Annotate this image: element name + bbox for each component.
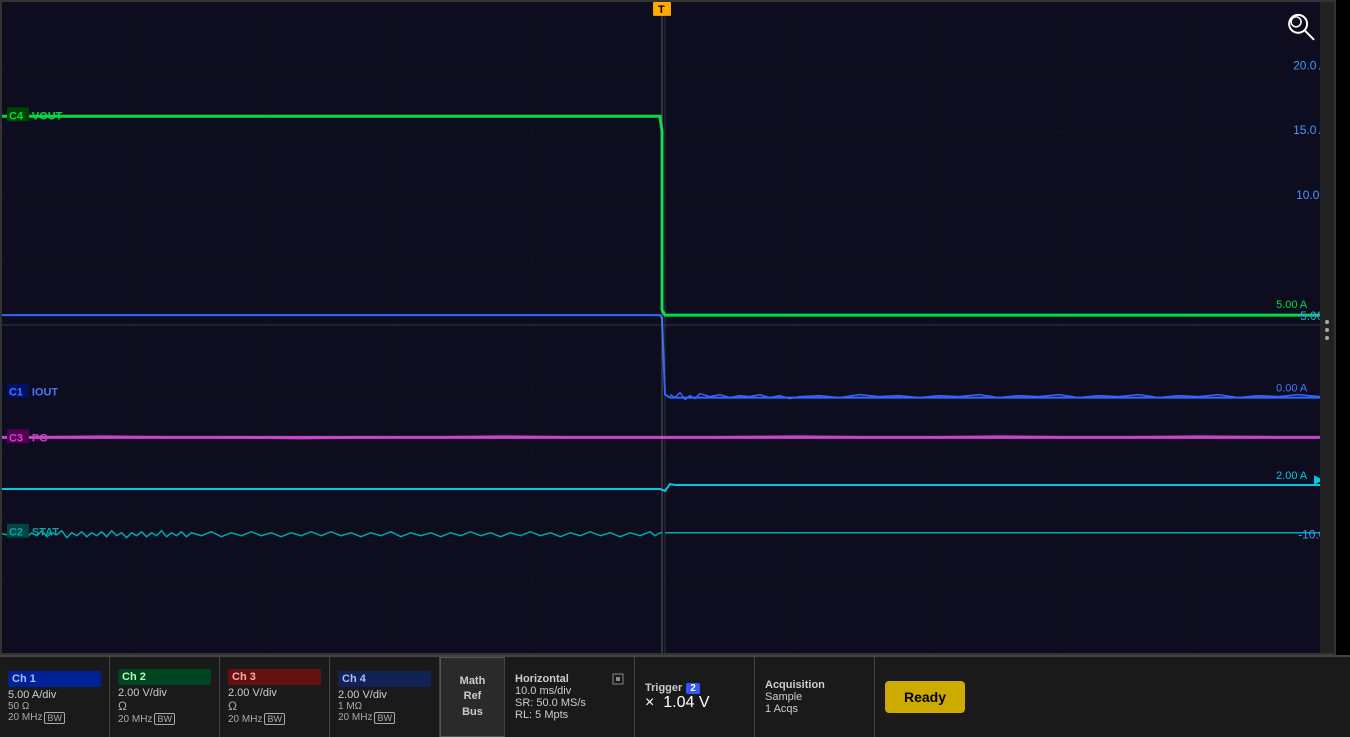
ch1-info[interactable]: Ch 1 5.00 A/div 50 Ω 20 MHz BW: [0, 657, 110, 737]
math-ref-bus-button[interactable]: Math Ref Bus: [440, 657, 505, 737]
ch2-bw: 20 MHz BW: [118, 713, 211, 725]
horizontal-title: Horizontal: [515, 673, 624, 685]
svg-text:2.00 A: 2.00 A: [1276, 470, 1308, 482]
trigger-type: × 1.04 V: [645, 694, 744, 712]
ch1-header: Ch 1: [8, 671, 101, 687]
acquisition-title: Acquisition: [765, 679, 864, 691]
acquisition-count: 1 Acqs: [765, 703, 864, 715]
right-panel[interactable]: [1320, 2, 1334, 655]
ch4-info[interactable]: Ch 4 2.00 V/div 1 MΩ 20 MHz BW: [330, 657, 440, 737]
ch4-scale: 2.00 V/div: [338, 689, 431, 701]
svg-text:0.00 A: 0.00 A: [1276, 383, 1308, 395]
ch3-bw: 20 MHz BW: [228, 713, 321, 725]
waveform-svg: 20.0 A 15.0 A 10.0 A 5.00 A -10.0 A C4 V…: [2, 2, 1334, 653]
trigger-channel-badge: 2: [686, 683, 700, 694]
ch4-impedance: 1 MΩ: [338, 701, 431, 712]
horizontal-time-div: 10.0 ms/div: [515, 685, 624, 697]
ch3-scale: 2.00 V/div: [228, 687, 321, 699]
svg-text:C3: C3: [9, 432, 23, 444]
svg-text:C1: C1: [9, 387, 23, 399]
trigger-block[interactable]: Trigger 2 × 1.04 V: [635, 657, 755, 737]
menu-dot-3: [1325, 336, 1329, 340]
ready-button[interactable]: Ready: [885, 681, 965, 713]
ch3-omega: Ω: [228, 699, 321, 713]
ch3-info[interactable]: Ch 3 2.00 V/div Ω 20 MHz BW: [220, 657, 330, 737]
svg-text:PG: PG: [32, 432, 48, 444]
trigger-title: Trigger 2: [645, 682, 744, 694]
svg-text:C4: C4: [9, 110, 24, 122]
horizontal-record-length: RL: 5 Mpts: [515, 709, 624, 721]
svg-text:T: T: [658, 4, 665, 16]
acquisition-block[interactable]: Acquisition Sample 1 Acqs: [755, 657, 875, 737]
ch4-bw: 20 MHz BW: [338, 712, 431, 724]
svg-text:IOUT: IOUT: [32, 387, 58, 399]
menu-dot-2: [1325, 328, 1329, 332]
horizontal-block[interactable]: Horizontal 10.0 ms/div SR: 50.0 MS/s RL:…: [505, 657, 635, 737]
horizontal-sample-rate: SR: 50.0 MS/s: [515, 697, 624, 709]
ch1-bw: 20 MHz BW: [8, 712, 101, 724]
ch2-header: Ch 2: [118, 669, 211, 685]
svg-text:5.00 A: 5.00 A: [1276, 299, 1308, 311]
svg-text:VOUT: VOUT: [32, 110, 63, 122]
svg-text:C2: C2: [9, 527, 23, 539]
ch4-header: Ch 4: [338, 671, 431, 687]
ch3-header: Ch 3: [228, 669, 321, 685]
horizontal-indicator-icon: [612, 673, 624, 685]
svg-text:STAT: STAT: [32, 527, 59, 539]
scope-display: 20.0 A 15.0 A 10.0 A 5.00 A -10.0 A C4 V…: [0, 0, 1336, 655]
ch2-omega: Ω: [118, 699, 211, 713]
ch2-info[interactable]: Ch 2 2.00 V/div Ω 20 MHz BW: [110, 657, 220, 737]
ch1-impedance: 50 Ω: [8, 701, 101, 712]
bottom-bar: Ch 1 5.00 A/div 50 Ω 20 MHz BW Ch 2 2.00…: [0, 655, 1350, 737]
ch2-scale: 2.00 V/div: [118, 687, 211, 699]
menu-dot-1: [1325, 320, 1329, 324]
acquisition-mode: Sample: [765, 691, 864, 703]
ch1-scale: 5.00 A/div: [8, 689, 101, 701]
